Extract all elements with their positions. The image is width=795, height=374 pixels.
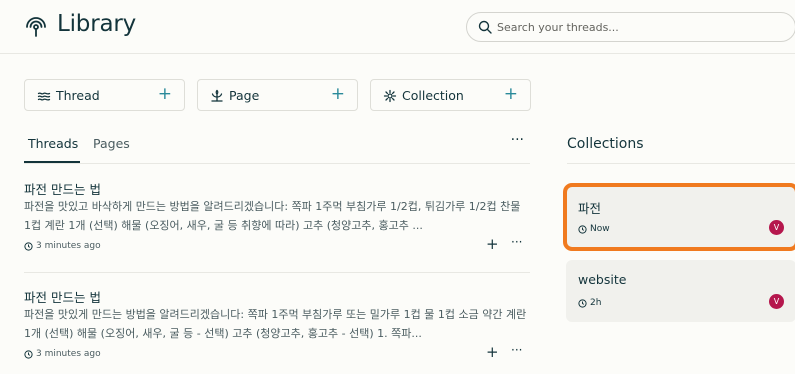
collections-divider [567,163,795,164]
collection-name: website [578,272,627,287]
thread-timestamp: 3 minutes ago [24,241,101,251]
collection-time: 2h [590,298,602,308]
new-thread-card[interactable]: Thread + [24,79,185,111]
clock-icon [578,298,587,308]
more-options-icon[interactable]: ··· [511,132,524,148]
thread-title: 파전 만드는 법 [24,182,101,197]
avatar: V [769,220,784,235]
thread-preview: 파전을 맛있고 바삭하게 만드는 방법을 알려드리겠습니다: 쪽파 1주먹 부침… [24,200,521,232]
add-to-collection-icon[interactable]: + [486,235,499,253]
search-input[interactable] [497,17,777,37]
thread-timestamp: 3 minutes ago [24,349,101,359]
header: Library [0,0,795,54]
thread-item[interactable]: 파전 만드는 법 파전을 맛있게 만드는 방법을 알려드리겠습니다: 쪽파 1주… [24,287,530,374]
add-to-collection-icon[interactable]: + [486,343,499,361]
collections-heading: Collections [567,136,644,152]
add-page-plus-icon[interactable]: + [331,86,345,103]
thread-more-icon[interactable]: ··· [511,343,522,357]
add-collection-plus-icon[interactable]: + [504,86,518,103]
new-page-card[interactable]: Page + [197,79,358,111]
clock-icon [24,349,33,359]
new-collection-card[interactable]: Collection + [370,79,531,111]
collection-icon [383,89,397,103]
thread-time: 3 minutes ago [36,241,101,251]
thread-more-icon[interactable]: ··· [511,235,522,249]
avatar: V [769,294,784,309]
card-label: Collection [402,88,464,103]
thread-title: 파전 만드는 법 [24,290,101,305]
collection-card[interactable]: 파전 Now V [563,183,795,251]
thread-preview: 파전을 맛있게 만드는 방법을 알려드리겠습니다: 쪽파 1주먹 부침가루 또는… [24,308,527,340]
thread-item[interactable]: 파전 만드는 법 파전을 맛있고 바삭하게 만드는 방법을 알려드리겠습니다: … [24,179,530,269]
add-thread-plus-icon[interactable]: + [158,86,172,103]
library-tabs: Threads Pages ··· [24,130,530,164]
clock-icon [578,224,587,234]
card-label: Page [229,88,260,103]
tab-threads[interactable]: Threads [28,136,78,151]
page-title: Library [57,11,137,37]
thread-icon [37,92,51,101]
thread-divider [24,272,530,273]
collection-time: Now [590,224,610,234]
tab-pages[interactable]: Pages [93,136,130,151]
collection-card[interactable]: website 2h V [566,260,795,322]
clock-icon [24,241,33,251]
active-tab-indicator [24,161,80,163]
collection-name: 파전 [578,201,602,216]
search-box[interactable] [466,12,795,42]
thread-time: 3 minutes ago [36,349,101,359]
card-label: Thread [56,88,100,103]
page-icon [211,89,223,102]
search-icon [478,20,492,34]
collection-timestamp: 2h [578,298,601,308]
collection-timestamp: Now [578,224,610,234]
library-logo-icon [26,17,46,37]
